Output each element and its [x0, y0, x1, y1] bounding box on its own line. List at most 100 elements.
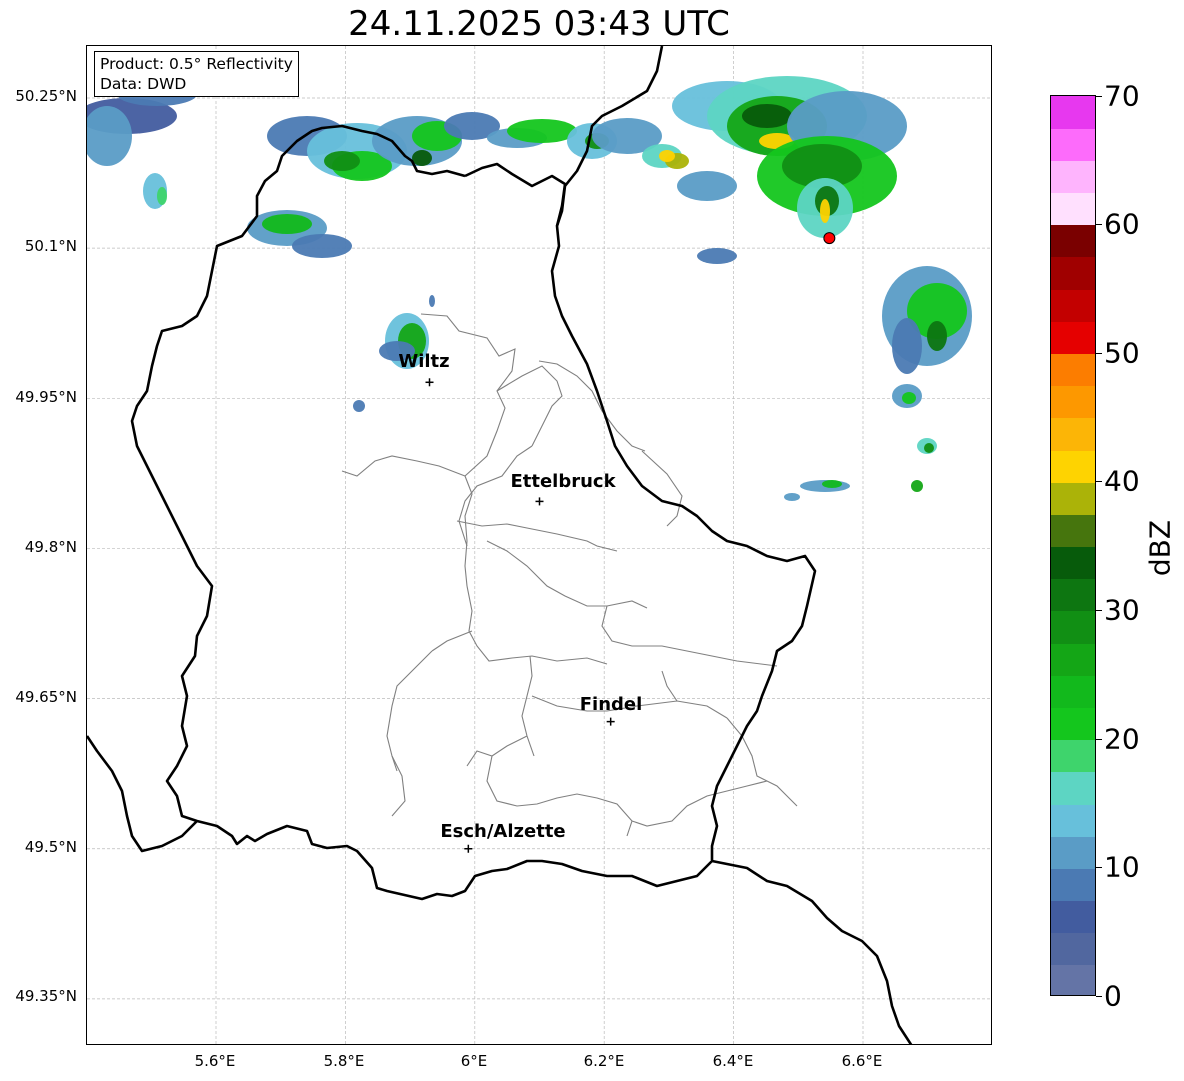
echo-cell [784, 493, 800, 501]
colorbar-segment [1051, 675, 1095, 708]
colorbar-segment [1051, 256, 1095, 290]
colorbar-segment [1051, 385, 1095, 419]
canton-boundary [641, 450, 683, 527]
canton-boundary [456, 520, 618, 552]
echo-cell [507, 119, 577, 143]
echo-cell [697, 248, 737, 264]
colorbar-label: dBZ [1143, 519, 1177, 577]
lat-label-49-35: 49.35°N [15, 987, 77, 1005]
radar-site-marker-icon [823, 232, 836, 245]
colorbar-segment [1051, 771, 1095, 805]
canton-boundary [521, 655, 535, 757]
lon-label-5-6: 5.6°E [194, 1052, 236, 1070]
map-title: 24.11.2025 03:43 UTC [348, 4, 730, 44]
colorbar-tick-0: 0 [1104, 979, 1122, 1013]
country-border [87, 735, 198, 853]
colorbar-segment [1051, 321, 1095, 355]
product-text: Product: 0.5° Reflectivity [100, 55, 293, 73]
canton-boundary [726, 717, 798, 807]
colorbar-segment [1051, 900, 1095, 934]
echo-cell [924, 443, 934, 453]
lat-label-50-25: 50.25°N [15, 87, 77, 105]
city-marker-icon [535, 497, 544, 506]
colorbar-segment [1051, 128, 1095, 161]
lat-label-49-8: 49.8°N [24, 538, 77, 556]
colorbar-tick-10: 10 [1104, 850, 1140, 884]
lat-label-50-1: 50.1°N [24, 237, 77, 255]
radar-site [823, 232, 836, 245]
colorbar-tickmark [1096, 739, 1102, 740]
echo-cell [262, 214, 312, 234]
colorbar-segment [1051, 707, 1095, 741]
colorbar-segment [1051, 546, 1095, 580]
echo-cell [292, 234, 352, 258]
colorbar-tick-20: 20 [1104, 722, 1140, 756]
echo-cell [324, 151, 360, 171]
colorbar-segment [1051, 739, 1095, 773]
city-marker-icon [425, 378, 434, 387]
colorbar-segment [1051, 482, 1095, 515]
echo-cell [412, 150, 432, 166]
colorbar-tick-70: 70 [1104, 79, 1140, 113]
colorbar-segment [1051, 353, 1095, 387]
colorbar-segment [1051, 160, 1095, 194]
colorbar-tickmark [1096, 481, 1102, 482]
colorbar-segment [1051, 836, 1095, 869]
canton-boundary [386, 650, 433, 772]
echo-cell [742, 104, 792, 128]
city-label-esch-alzette: Esch/Alzette [440, 821, 566, 842]
colorbar-tickmark [1096, 224, 1102, 225]
colorbar-tickmark [1096, 353, 1102, 354]
city-markers [425, 378, 615, 853]
lat-label-49-5: 49.5°N [24, 838, 77, 856]
colorbar-segment [1051, 289, 1095, 322]
echo-cell [353, 400, 365, 412]
radar-map[interactable] [86, 45, 992, 1045]
city-marker-icon [606, 717, 615, 726]
city-marker-icon [464, 844, 473, 853]
canton-boundary [631, 780, 768, 827]
country-border [130, 124, 817, 901]
city-label-wiltz: Wiltz [398, 351, 450, 372]
map-canvas [87, 46, 991, 1044]
lat-label-49-65: 49.65°N [15, 688, 77, 706]
colorbar-segment [1051, 610, 1095, 644]
canton-boundary [466, 585, 608, 665]
colorbar-tick-50: 50 [1104, 336, 1140, 370]
colorbar-segment [1051, 932, 1095, 966]
country-border [711, 859, 913, 1044]
colorbar-segment [1051, 578, 1095, 612]
canton-boundary [391, 755, 406, 817]
colorbar-segment [1051, 449, 1095, 483]
canton-boundary [464, 475, 473, 587]
colorbar-tickmark [1096, 867, 1102, 868]
city-label-ettelbruck: Ettelbruck [510, 471, 616, 492]
colorbar-tickmark [1096, 996, 1102, 997]
colorbar-segment [1051, 514, 1095, 548]
canton-boundary [466, 735, 528, 767]
lon-label-6: 6°E [460, 1052, 488, 1070]
canton-boundary [486, 540, 648, 609]
colorbar-tick-40: 40 [1104, 464, 1140, 498]
lat-label-49-95: 49.95°N [15, 388, 77, 406]
echo-cell [911, 480, 923, 492]
canton-boundary [458, 445, 533, 547]
canton-boundary [601, 605, 778, 667]
echo-cell [429, 295, 435, 307]
canton-boundary [431, 630, 473, 652]
colorbar-tick-60: 60 [1104, 207, 1140, 241]
colorbar-tickmark [1096, 610, 1102, 611]
product-info-box: Product: 0.5° Reflectivity Data: DWD [94, 51, 299, 97]
lon-label-6-2: 6.2°E [583, 1052, 625, 1070]
colorbar-segment [1051, 964, 1095, 995]
colorbar-segment [1051, 192, 1095, 226]
colorbar-segment [1051, 224, 1095, 258]
city-label-findel: Findel [579, 694, 643, 715]
colorbar-segment [1051, 96, 1095, 129]
colorbar-segment [1051, 868, 1095, 902]
canton-boundaries [341, 313, 798, 837]
dbz-colorbar [1050, 95, 1096, 996]
echo-cell [822, 480, 842, 488]
colorbar-tickmark [1096, 96, 1102, 97]
colorbar-segment [1051, 803, 1095, 837]
